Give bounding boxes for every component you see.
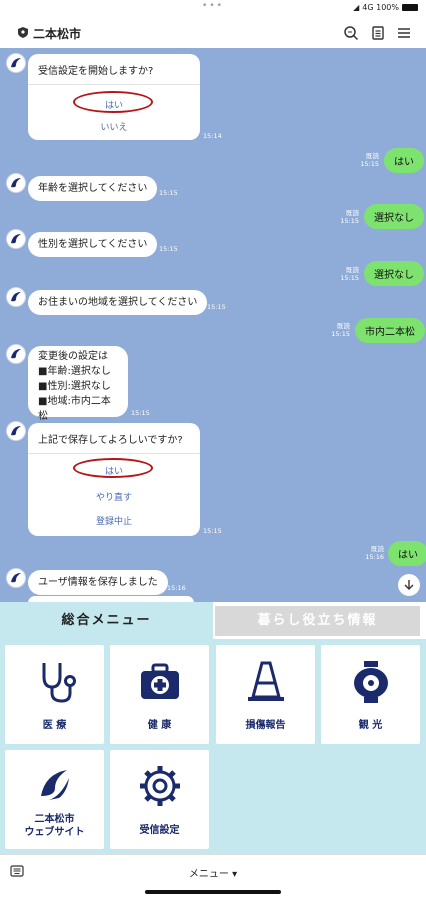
- signal-icon: ◢: [353, 3, 360, 12]
- timestamp: 15:15: [159, 189, 178, 197]
- city-logo-icon: [11, 178, 21, 188]
- chat-area[interactable]: 受信設定を開始しますか? はい いいえ 15:14 既読 15:15 はい 年齢を…: [0, 48, 426, 602]
- summary-line: 変更後の設定は: [38, 351, 108, 362]
- battery-icon: [402, 4, 418, 11]
- tile-city-website[interactable]: 二本松市 ウェブサイト: [5, 750, 104, 849]
- tab-living-info[interactable]: 暮らし役立ち情報: [215, 606, 420, 636]
- timestamp: 15:15: [159, 245, 178, 253]
- summary-line: ■地域:市内二本松: [38, 396, 111, 422]
- bot-avatar: [6, 53, 26, 73]
- reply-bubble: 市内二本松: [355, 318, 425, 343]
- reply-bubble: はい: [388, 541, 426, 566]
- tile-label: 医 療: [42, 720, 67, 731]
- timestamp: 15:15: [131, 409, 150, 417]
- highlight-ring: [73, 458, 153, 478]
- bot-avatar: [6, 287, 26, 307]
- arrow-down-icon: [404, 580, 414, 590]
- menu-tabs: 総合メニュー 暮らし役立ち情報: [0, 602, 426, 639]
- network-text: 4G 100%: [362, 3, 399, 12]
- menu-toggle[interactable]: メニュー ▾: [0, 865, 426, 880]
- divider: [28, 84, 200, 85]
- bot-avatar: [6, 568, 26, 588]
- bot-avatar: [6, 229, 26, 249]
- bot-message: 年齢を選択してください: [28, 176, 158, 201]
- timestamp: 15:14: [203, 132, 222, 140]
- tab-general-menu[interactable]: 総合メニュー: [0, 602, 213, 639]
- traffic-cone-icon: [247, 661, 284, 701]
- notes-icon[interactable]: [370, 25, 386, 41]
- bot-avatar: [6, 421, 26, 441]
- settings-summary-message: 変更後の設定は ■年齢:選択なし ■性別:選択なし ■地域:市内二本松 です: [28, 346, 128, 437]
- option-redo[interactable]: やり直す: [28, 490, 200, 503]
- stethoscope-icon: [42, 663, 76, 703]
- tile-tourism[interactable]: 観 光: [321, 645, 420, 744]
- reply-bubble: はい: [384, 148, 424, 173]
- city-logo-icon: [11, 234, 21, 244]
- scroll-down-button[interactable]: [398, 574, 420, 596]
- tile-label: 観 光: [358, 720, 383, 731]
- card-question: 受信設定を開始しますか?: [38, 66, 154, 77]
- city-logo-icon: [11, 426, 21, 436]
- bot-avatar: [6, 344, 26, 364]
- option-no[interactable]: いいえ: [28, 120, 200, 133]
- status-indicators: ◢ 4G 100%: [353, 3, 418, 12]
- rich-menu: 総合メニュー 暮らし役立ち情報 医 療 健 康 損傷報告 観 光 二本松市 ウェ…: [0, 602, 426, 854]
- tile-damage-report[interactable]: 損傷報告: [216, 645, 315, 744]
- home-indicator: [145, 890, 281, 894]
- option-cancel-registration[interactable]: 登録中止: [28, 514, 200, 527]
- city-logo-icon: [11, 292, 21, 302]
- bot-message: ユーザ情報を保存しました: [28, 570, 168, 595]
- page-title: 二本松市: [33, 27, 82, 41]
- timestamp: 15:16: [167, 584, 186, 592]
- city-logo-icon: [11, 58, 21, 68]
- timestamp: 15:15: [207, 303, 226, 311]
- lantern-icon: [353, 661, 388, 703]
- app-header: 二本松市: [0, 18, 426, 48]
- city-logo-icon: [11, 573, 21, 583]
- tile-label: 損傷報告: [245, 720, 286, 731]
- read-receipt: 既読 15:16: [365, 545, 384, 561]
- shield-icon: [18, 27, 28, 38]
- reply-bubble: 選択なし: [364, 204, 424, 229]
- tile-medical[interactable]: 医 療: [5, 645, 104, 744]
- bot-avatar: [6, 173, 26, 193]
- read-receipt: 既読 15:15: [331, 322, 350, 338]
- card-question: 上記で保存してよろしいですか?: [38, 435, 183, 446]
- divider: [28, 453, 200, 454]
- first-aid-kit-icon: [140, 663, 179, 699]
- read-receipt: 既読 15:15: [340, 266, 359, 282]
- status-bar: ••• ◢ 4G 100%: [0, 0, 426, 18]
- gear-icon: [139, 766, 180, 806]
- tile-receive-settings[interactable]: 受信設定: [110, 750, 209, 849]
- city-logo-icon: [11, 349, 21, 359]
- hamburger-menu-icon[interactable]: [396, 25, 412, 41]
- setup-start-card: 受信設定を開始しますか? はい いいえ: [28, 54, 200, 140]
- bot-message: お住まいの地域を選択してください: [28, 290, 208, 315]
- read-receipt: 既読 15:15: [340, 209, 359, 225]
- highlight-ring: [73, 91, 153, 113]
- timestamp: 15:15: [203, 527, 222, 535]
- tile-label: 受信設定: [139, 825, 180, 836]
- summary-line: ■年齢:選択なし: [38, 366, 111, 377]
- city-logo-icon: [40, 770, 69, 800]
- reply-bubble: 選択なし: [364, 261, 424, 286]
- bot-message: 性別を選択してください: [28, 232, 158, 257]
- summary-line: ■性別:選択なし: [38, 381, 111, 392]
- tile-label: 健 康: [147, 720, 172, 731]
- read-receipt: 既読 15:15: [360, 152, 379, 168]
- tile-label: 二本松市 ウェブサイト: [24, 814, 85, 838]
- search-icon[interactable]: [343, 25, 359, 41]
- save-confirm-card: 上記で保存してよろしいですか? はい やり直す 登録中止: [28, 423, 200, 536]
- tile-health[interactable]: 健 康: [110, 645, 209, 744]
